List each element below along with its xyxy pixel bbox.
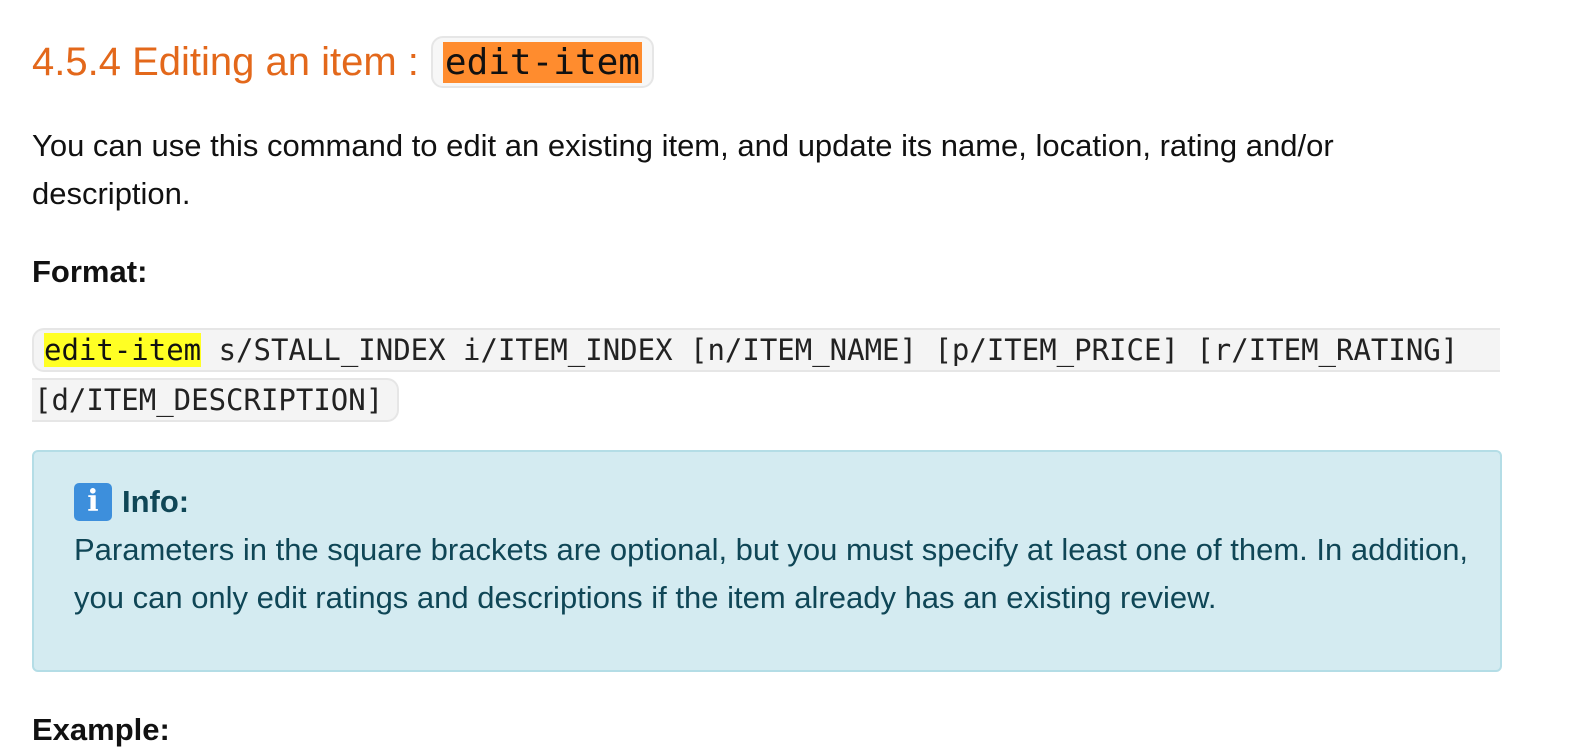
info-callout: i Info: Parameters in the square bracket… [32,450,1502,672]
format-code-line-2: [d/ITEM_DESCRIPTION] [32,378,400,422]
info-callout-text: Parameters in the square brackets are op… [74,532,1469,615]
section-heading: 4.5.4 Editing an item : edit-item [32,36,654,88]
format-code-line-1: edit-item s/STALL_INDEX i/ITEM_INDEX [n/… [32,328,1500,372]
section-heading-text: 4.5.4 Editing an item : [32,40,419,84]
info-icon: i [74,483,112,521]
heading-code: edit-item [442,42,642,83]
format-code-block: edit-item s/STALL_INDEX i/ITEM_INDEX [n/… [32,328,1512,424]
format-command-args: s/STALL_INDEX i/ITEM_INDEX [n/ITEM_NAME]… [201,333,1459,367]
intro-paragraph: You can use this command to edit an exis… [32,128,1334,211]
info-callout-heading: i Info: [74,482,189,522]
example-label: Example: [32,712,170,747]
heading-code-chip: edit-item [430,36,654,88]
format-command-keyword: edit-item [44,333,202,367]
format-label: Format: [32,254,148,289]
info-heading-text: Info: [122,484,190,519]
